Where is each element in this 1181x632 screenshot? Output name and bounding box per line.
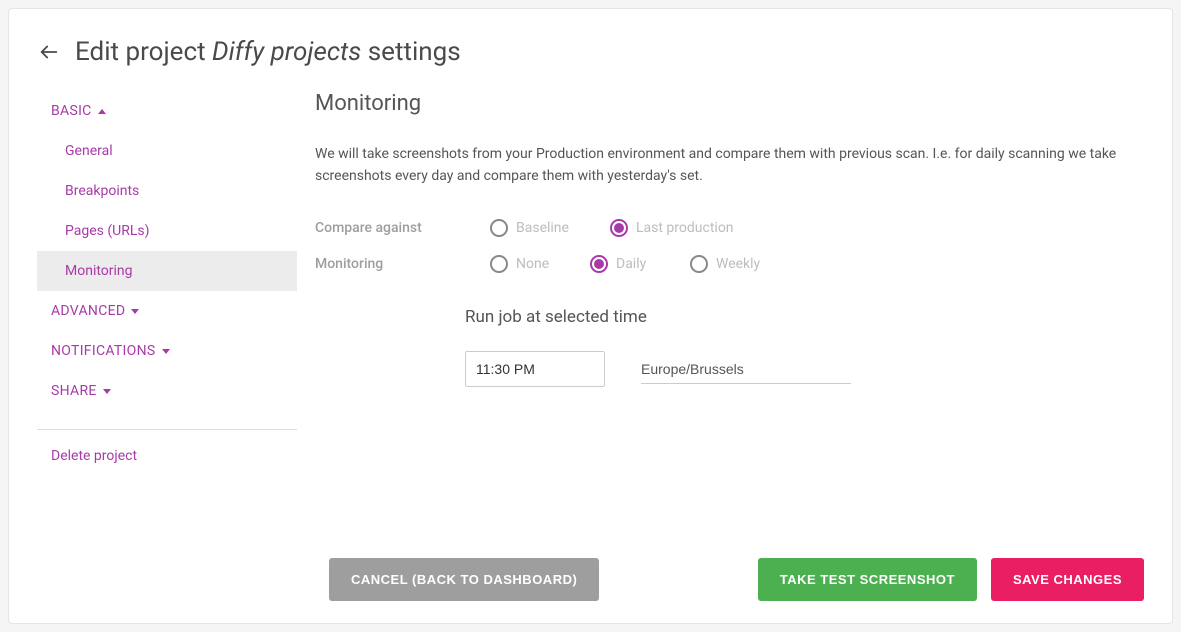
- page-title: Edit project Diffy projects settings: [75, 37, 461, 67]
- sidebar-section-advanced[interactable]: Advanced: [37, 291, 297, 331]
- take-test-screenshot-button[interactable]: Take test screenshot: [758, 558, 977, 601]
- radio-icon: [610, 219, 628, 237]
- sidebar-section-label: Notifications: [51, 343, 156, 359]
- compare-against-row: Compare against Baseline Last production: [315, 219, 1132, 237]
- radio-label: Daily: [616, 256, 646, 272]
- sidebar: Basic General Breakpoints Pages (URLs) M…: [37, 91, 297, 474]
- sidebar-item-monitoring[interactable]: Monitoring: [37, 251, 297, 291]
- section-heading: Monitoring: [315, 91, 1132, 116]
- footer: Cancel (back to dashboard) Take test scr…: [329, 558, 1144, 601]
- radio-baseline[interactable]: Baseline: [490, 219, 600, 237]
- radio-icon: [690, 255, 708, 273]
- sidebar-item-general[interactable]: General: [37, 131, 297, 171]
- radio-last-production[interactable]: Last production: [610, 219, 750, 237]
- radio-label: Weekly: [716, 256, 760, 272]
- radio-label: Last production: [636, 220, 734, 236]
- compare-against-radios: Baseline Last production: [490, 219, 750, 237]
- title-suffix: settings: [361, 37, 460, 67]
- title-project-name: Diffy projects: [212, 37, 361, 67]
- sidebar-section-label: Advanced: [51, 303, 125, 319]
- radio-weekly[interactable]: Weekly: [690, 255, 780, 273]
- sidebar-section-basic[interactable]: Basic: [37, 91, 297, 131]
- save-changes-button[interactable]: Save changes: [991, 558, 1144, 601]
- radio-none[interactable]: None: [490, 255, 580, 273]
- main-panel: Monitoring We will take screenshots from…: [315, 91, 1144, 474]
- monitoring-radios: None Daily Weekly: [490, 255, 780, 273]
- sidebar-section-label: Share: [51, 383, 97, 399]
- radio-dot-icon: [594, 259, 604, 269]
- sidebar-section-share[interactable]: Share: [37, 371, 297, 411]
- radio-icon: [490, 219, 508, 237]
- radio-daily[interactable]: Daily: [590, 255, 680, 273]
- radio-label: Baseline: [516, 220, 569, 236]
- sidebar-item-pages-urls[interactable]: Pages (URLs): [37, 211, 297, 251]
- time-row: [465, 351, 1132, 387]
- sidebar-section-label: Basic: [51, 103, 92, 119]
- caret-down-icon: [162, 349, 170, 354]
- caret-up-icon: [98, 109, 106, 114]
- sidebar-divider: [37, 429, 297, 430]
- section-description: We will take screenshots from your Produ…: [315, 144, 1132, 187]
- body: Basic General Breakpoints Pages (URLs) M…: [37, 91, 1144, 474]
- delete-project-link[interactable]: Delete project: [37, 438, 297, 474]
- monitoring-label: Monitoring: [315, 256, 490, 272]
- compare-against-label: Compare against: [315, 220, 490, 236]
- settings-card: Edit project Diffy projects settings Bas…: [8, 8, 1173, 624]
- radio-dot-icon: [614, 223, 624, 233]
- back-arrow-icon[interactable]: [37, 40, 61, 64]
- monitoring-row: Monitoring None Daily Weekly: [315, 255, 1132, 273]
- sidebar-section-notifications[interactable]: Notifications: [37, 331, 297, 371]
- caret-down-icon: [103, 389, 111, 394]
- caret-down-icon: [131, 309, 139, 314]
- cancel-button[interactable]: Cancel (back to dashboard): [329, 558, 599, 601]
- run-job-heading: Run job at selected time: [465, 307, 1132, 327]
- radio-label: None: [516, 256, 549, 272]
- page-header: Edit project Diffy projects settings: [37, 37, 1144, 67]
- footer-right: Take test screenshot Save changes: [758, 558, 1144, 601]
- timezone-field[interactable]: [641, 355, 851, 384]
- title-prefix: Edit project: [75, 37, 212, 67]
- radio-icon: [490, 255, 508, 273]
- time-input[interactable]: [465, 351, 605, 387]
- sidebar-item-breakpoints[interactable]: Breakpoints: [37, 171, 297, 211]
- radio-icon: [590, 255, 608, 273]
